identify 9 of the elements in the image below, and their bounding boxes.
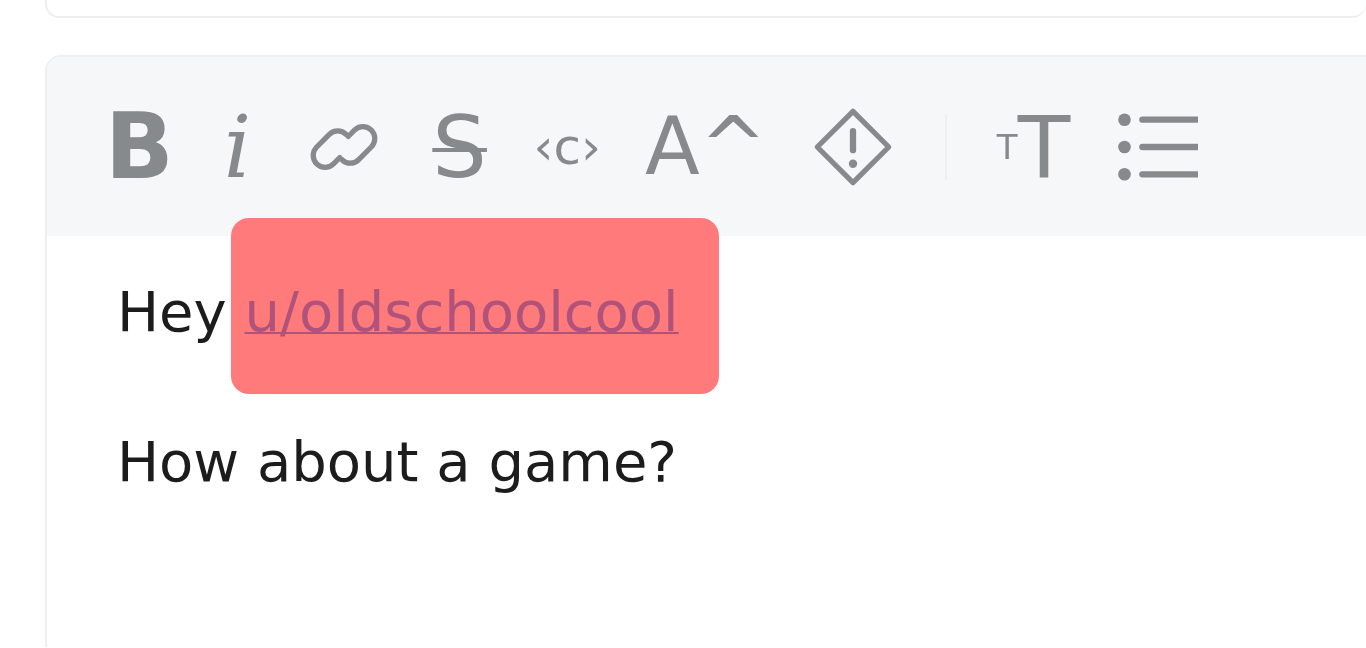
message-text: How about a game?	[117, 428, 679, 496]
strikethrough-button[interactable]: S	[429, 98, 490, 195]
superscript-button[interactable]: A^	[645, 98, 767, 195]
italic-button[interactable]: i	[217, 98, 258, 195]
user-link[interactable]: u/oldschoolcool	[244, 279, 679, 344]
bold-button[interactable]: B	[105, 98, 174, 195]
message-text: Hey u/oldschoolcool	[117, 272, 1366, 352]
heading-button[interactable]: $^{T}$T	[996, 98, 1071, 195]
code-button[interactable]: ‹c›	[533, 98, 602, 195]
